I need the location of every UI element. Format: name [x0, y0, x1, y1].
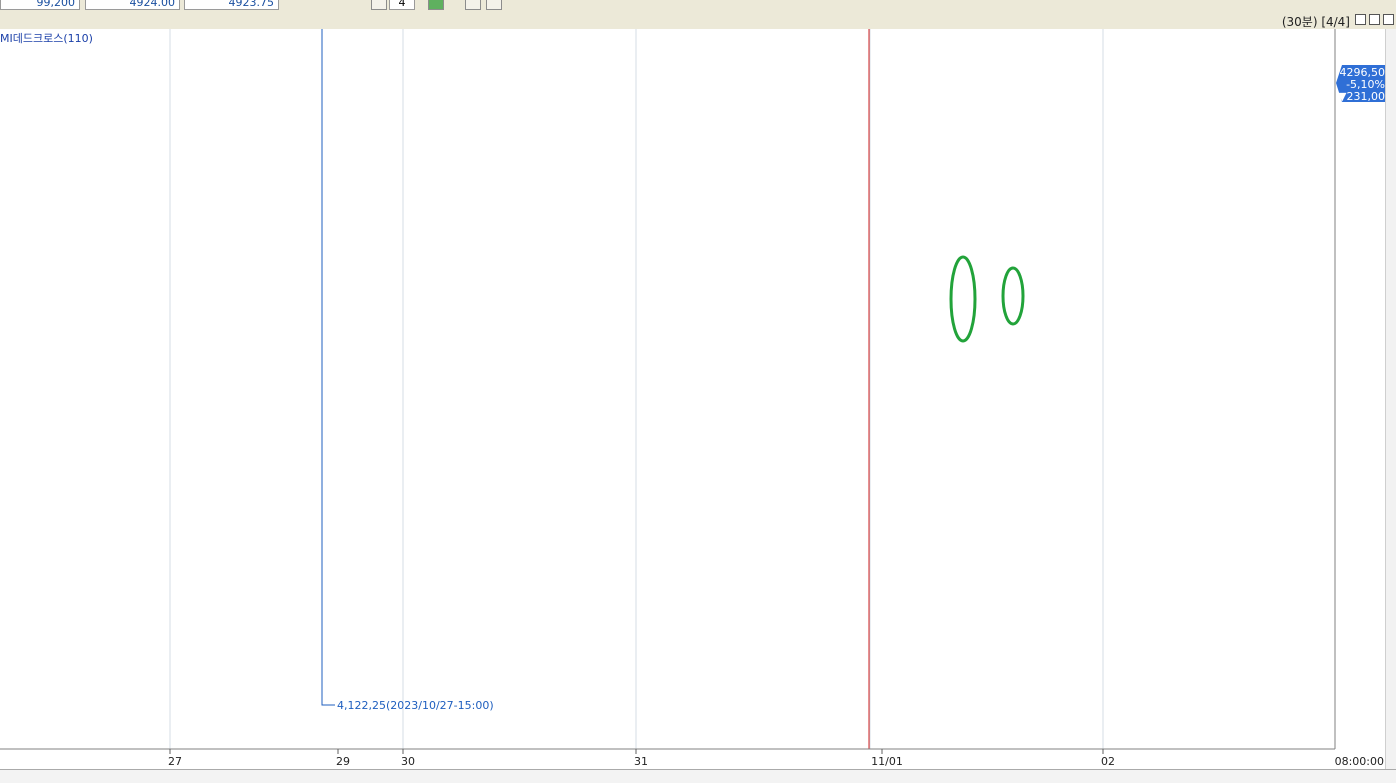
- price-chart[interactable]: 4280,004260,004240,004220,004200,004180,…: [0, 29, 1396, 769]
- time-tick-label: 31: [634, 755, 648, 768]
- time-end-label: 08:00:00: [1335, 755, 1384, 768]
- toolbar-field-price: 4924.00: [85, 0, 180, 10]
- chart-titlebar: (30분) [4/4]: [0, 12, 1396, 30]
- time-tick-label: 02: [1101, 755, 1115, 768]
- close-icon[interactable]: [1383, 14, 1394, 25]
- time-tick-label: 30: [401, 755, 415, 768]
- copy-icon[interactable]: [465, 0, 481, 10]
- time-tick-label: 27: [168, 755, 182, 768]
- time-axis-bg: [0, 749, 1385, 769]
- right-toolbar[interactable]: [1385, 29, 1396, 769]
- count-select[interactable]: 4: [389, 0, 415, 10]
- chart-grid: [0, 29, 1335, 749]
- indicator-name: MI데드크로스(110): [0, 32, 93, 45]
- current-price-change_amt: ▼231,00: [1338, 90, 1385, 103]
- price-axis-bg: [1335, 29, 1385, 769]
- add-icon[interactable]: [428, 0, 444, 10]
- toolbar-field-price2: 4923.75: [184, 0, 279, 10]
- maximize-icon[interactable]: [1369, 14, 1380, 25]
- time-tick-label: 11/01: [871, 755, 903, 768]
- status-bar: [0, 769, 1396, 783]
- pane-info: (30분) [4/4]: [1281, 15, 1350, 29]
- low-label: 4,122,25(2023/10/27-15:00): [337, 699, 494, 712]
- print-icon[interactable]: [486, 0, 502, 10]
- restore-icon[interactable]: [1355, 14, 1366, 25]
- plot-area: [0, 29, 1335, 749]
- toolbar-field-volume: 99,200: [0, 0, 80, 10]
- layout-icon[interactable]: [371, 0, 387, 10]
- time-tick-label: 29: [336, 755, 350, 768]
